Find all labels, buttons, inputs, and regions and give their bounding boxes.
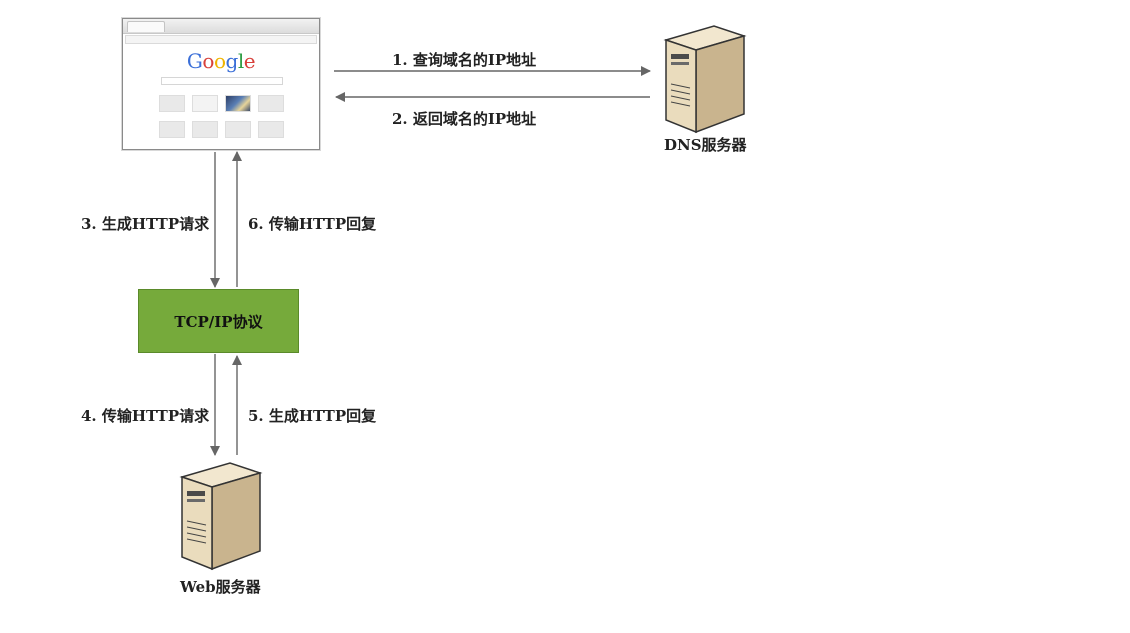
web-server-label: Web服务器 — [180, 578, 261, 596]
dns-server-label: DNS服务器 — [664, 136, 747, 154]
dns-server-icon — [663, 25, 747, 134]
step-6-label: 6. 传输HTTP回复 — [248, 215, 377, 233]
tcp-ip-box: TCP/IP协议 — [138, 289, 299, 353]
step-2-label: 2. 返回域名的IP地址 — [392, 110, 537, 128]
step-1-label: 1. 查询域名的IP地址 — [392, 51, 537, 69]
step-3-label: 3. 生成HTTP请求 — [81, 215, 210, 233]
diagram: Google 1. 查询域名的IP地址 2. 返回域名的IP地址 3. 生成HT… — [0, 0, 1130, 633]
tcp-ip-label: TCP/IP协议 — [174, 312, 263, 331]
step-5-label: 5. 生成HTTP回复 — [248, 407, 377, 425]
step-4-label: 4. 传输HTTP请求 — [81, 407, 210, 425]
web-server-icon — [179, 462, 263, 571]
